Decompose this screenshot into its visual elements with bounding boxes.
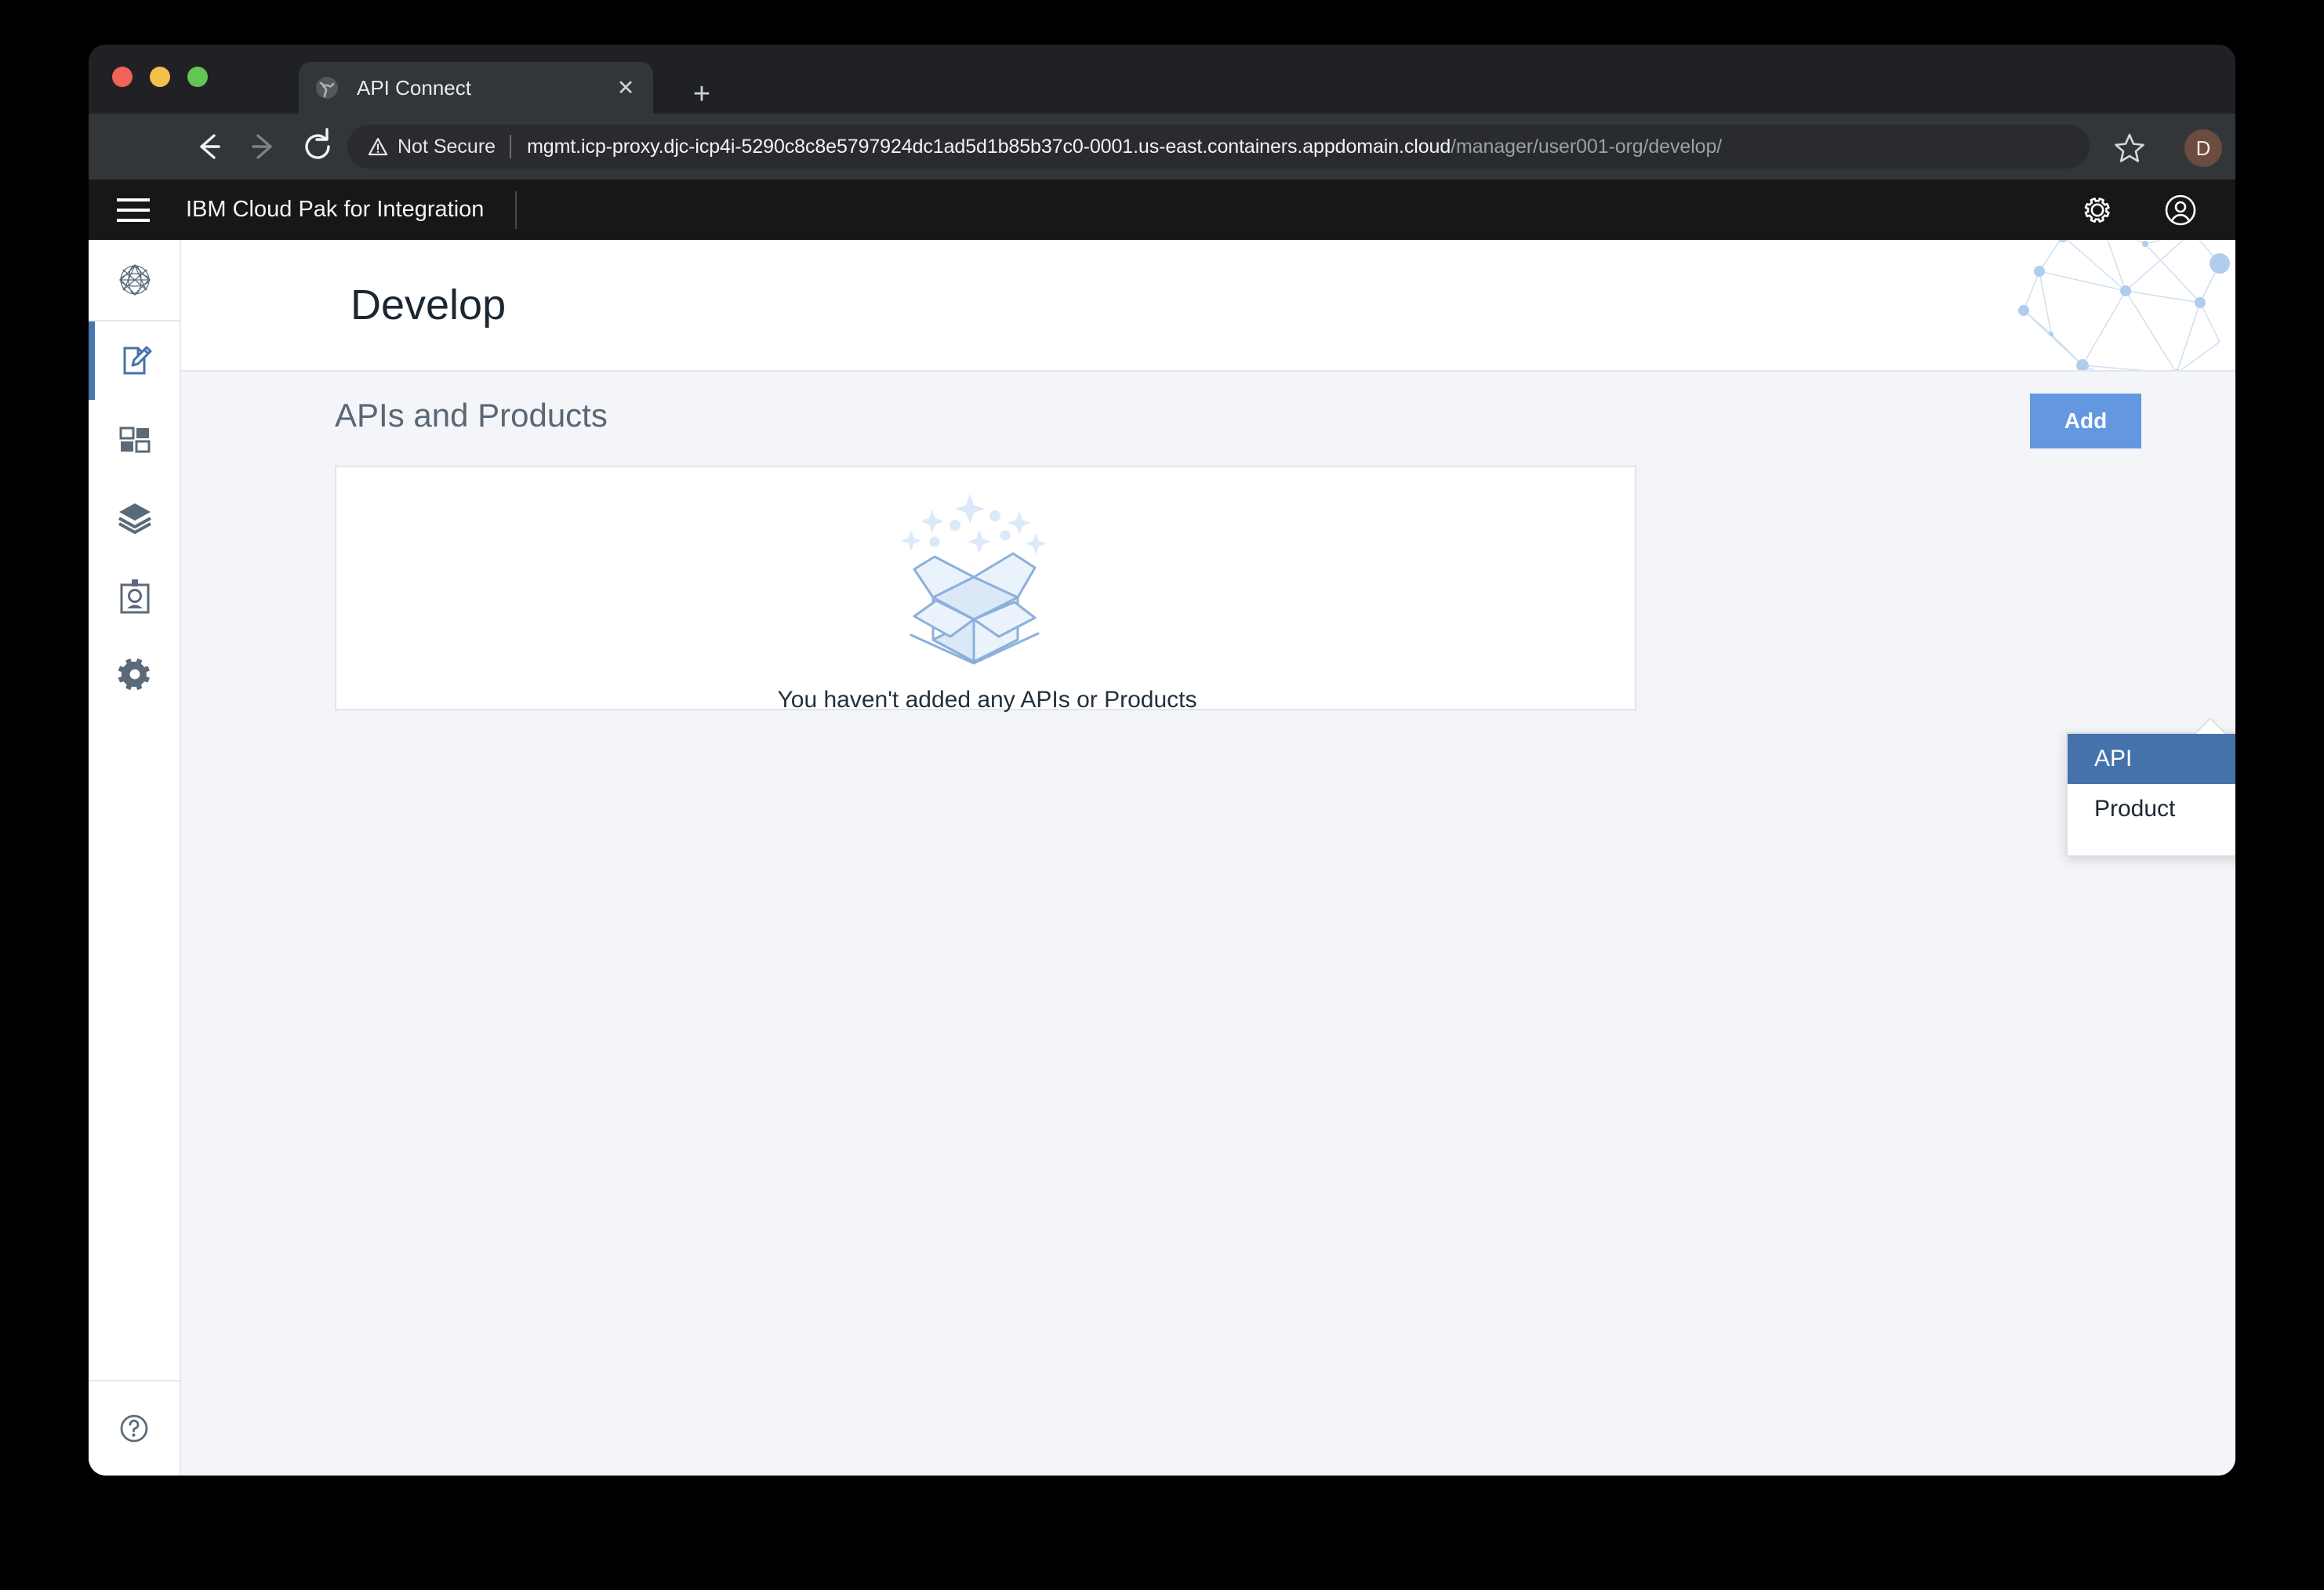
network-graph-decoration	[2018, 240, 2230, 370]
sidebar-item-settings[interactable]	[89, 635, 181, 713]
window-traffic-lights	[112, 67, 208, 87]
section-header: APIs and Products Add	[181, 370, 2235, 464]
warning-triangle-icon	[368, 137, 388, 156]
tiles-icon	[119, 427, 151, 453]
page-title: Develop	[350, 281, 507, 329]
main-content: Develop APIs and Products Add You haven'…	[181, 240, 2235, 1476]
layers-icon	[118, 503, 151, 534]
user-avatar-icon[interactable]	[2163, 193, 2198, 227]
sidebar-item-identity[interactable]	[89, 557, 181, 635]
empty-state-message: You haven't added any APIs or Products	[777, 687, 1197, 713]
sidebar-item-dashboard[interactable]	[89, 400, 181, 478]
dropdown-item-api[interactable]: API	[2068, 734, 2235, 784]
gear-icon[interactable]	[2080, 193, 2115, 227]
browser-tab-title: API Connect	[357, 75, 471, 100]
id-badge-icon	[120, 579, 150, 614]
omnibox-divider	[510, 135, 512, 158]
browser-toolbar: Not Secure mgmt.icp-proxy.djc-icp4i-5290…	[89, 114, 2235, 180]
star-icon[interactable]	[2113, 131, 2146, 164]
hamburger-line	[117, 218, 150, 222]
page-viewport: IBM Cloud Pak for Integration Develop AP…	[89, 180, 2235, 1476]
network-sphere-icon	[119, 264, 151, 296]
dropdown-caret-icon	[2196, 718, 2226, 734]
reload-icon[interactable]	[297, 126, 338, 167]
empty-state-card: You haven't added any APIs or Products	[335, 466, 1636, 713]
sidebar-item-develop[interactable]	[89, 321, 181, 400]
add-button[interactable]: Add	[2030, 394, 2141, 448]
new-tab-button[interactable]: +	[686, 79, 717, 111]
url-path: /manager/user001-org/develop/	[1451, 135, 1723, 158]
sidebar-item-stack[interactable]	[89, 478, 181, 557]
section-title: APIs and Products	[335, 397, 608, 434]
browser-tab-strip: API Connect ✕ +	[89, 45, 2235, 114]
security-status-label: Not Secure	[398, 135, 496, 158]
dropdown-item-product[interactable]: Product	[2068, 784, 2235, 834]
close-icon[interactable]: ✕	[614, 76, 637, 100]
profile-avatar[interactable]: D	[2184, 129, 2222, 167]
left-rail	[89, 240, 181, 1476]
browser-window: API Connect ✕ + Not Secure mgmt.icp-prox…	[89, 45, 2235, 1476]
page-banner: Develop	[181, 240, 2235, 372]
minimize-window-button[interactable]	[150, 67, 170, 87]
app-header-divider	[515, 191, 517, 229]
sidebar-item-home[interactable]	[89, 240, 181, 321]
question-circle-icon	[120, 1414, 148, 1443]
back-arrow-icon[interactable]	[189, 126, 230, 167]
header-actions	[2080, 180, 2198, 240]
address-bar[interactable]: Not Secure mgmt.icp-proxy.djc-icp4i-5290…	[347, 125, 2090, 169]
forward-arrow-icon	[252, 134, 272, 159]
browser-tab[interactable]: API Connect ✕	[299, 62, 653, 114]
hamburger-line	[117, 198, 150, 201]
open-box-with-sparkles-icon	[900, 494, 1047, 665]
document-pencil-icon	[123, 346, 152, 375]
globe-icon	[316, 77, 338, 99]
gear-icon	[118, 658, 150, 691]
add-dropdown-menu: API Product	[2066, 732, 2235, 857]
maximize-window-button[interactable]	[187, 67, 208, 87]
close-window-button[interactable]	[112, 67, 133, 87]
url-host: mgmt.icp-proxy.djc-icp4i-5290c8c8e579792…	[527, 135, 1451, 158]
sidebar-item-help[interactable]	[89, 1380, 180, 1476]
hamburger-icon[interactable]	[117, 192, 153, 228]
app-header: IBM Cloud Pak for Integration	[89, 180, 2235, 240]
url-text: mgmt.icp-proxy.djc-icp4i-5290c8c8e579792…	[527, 136, 1722, 158]
hamburger-line	[117, 208, 150, 212]
app-title: IBM Cloud Pak for Integration	[186, 197, 485, 222]
